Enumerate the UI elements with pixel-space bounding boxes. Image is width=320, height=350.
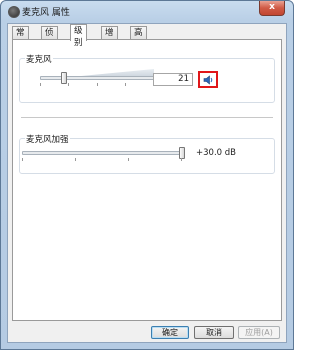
window-title: 麦克风 属性 xyxy=(22,8,70,18)
microphone-label: 麦克风 xyxy=(25,53,53,65)
microphone-boost-label: 麦克风加强 xyxy=(25,133,70,145)
microphone-icon xyxy=(8,6,20,18)
title-bar[interactable]: 麦克风 属性 x xyxy=(1,1,293,23)
levels-panel: 麦克风 21 麦克风加强 +30.0 dB xyxy=(12,39,282,321)
tab-advanced[interactable]: 高级 xyxy=(130,26,147,50)
section-divider xyxy=(21,117,273,118)
dialog-body: 常规 侦听 级别 增强 高级 麦克风 21 xyxy=(7,23,287,343)
close-button[interactable]: x xyxy=(259,1,285,16)
boost-slider-ticks xyxy=(22,158,182,161)
apply-button[interactable]: 应用(A) xyxy=(238,326,280,339)
tab-enhancements[interactable]: 增强 xyxy=(101,26,118,50)
microphone-slider-ticks xyxy=(40,83,154,86)
tab-listen[interactable]: 侦听 xyxy=(41,26,58,50)
microphone-group: 麦克风 21 xyxy=(19,53,275,103)
microphone-boost-group: 麦克风加强 +30.0 dB xyxy=(19,133,275,174)
microphone-slider-track[interactable] xyxy=(40,76,154,80)
tab-general[interactable]: 常规 xyxy=(12,26,29,50)
boost-value-label: +30.0 dB xyxy=(196,148,236,158)
properties-window: 麦克风 属性 x 常规 侦听 级别 增强 高级 麦克风 21 xyxy=(0,0,294,350)
cancel-button[interactable]: 取消 xyxy=(194,326,234,339)
mute-button[interactable] xyxy=(198,71,218,88)
ok-button[interactable]: 确定 xyxy=(151,326,189,339)
microphone-level-field[interactable]: 21 xyxy=(153,73,193,86)
boost-slider-track[interactable] xyxy=(22,151,182,155)
tab-levels[interactable]: 级别 xyxy=(70,24,87,48)
